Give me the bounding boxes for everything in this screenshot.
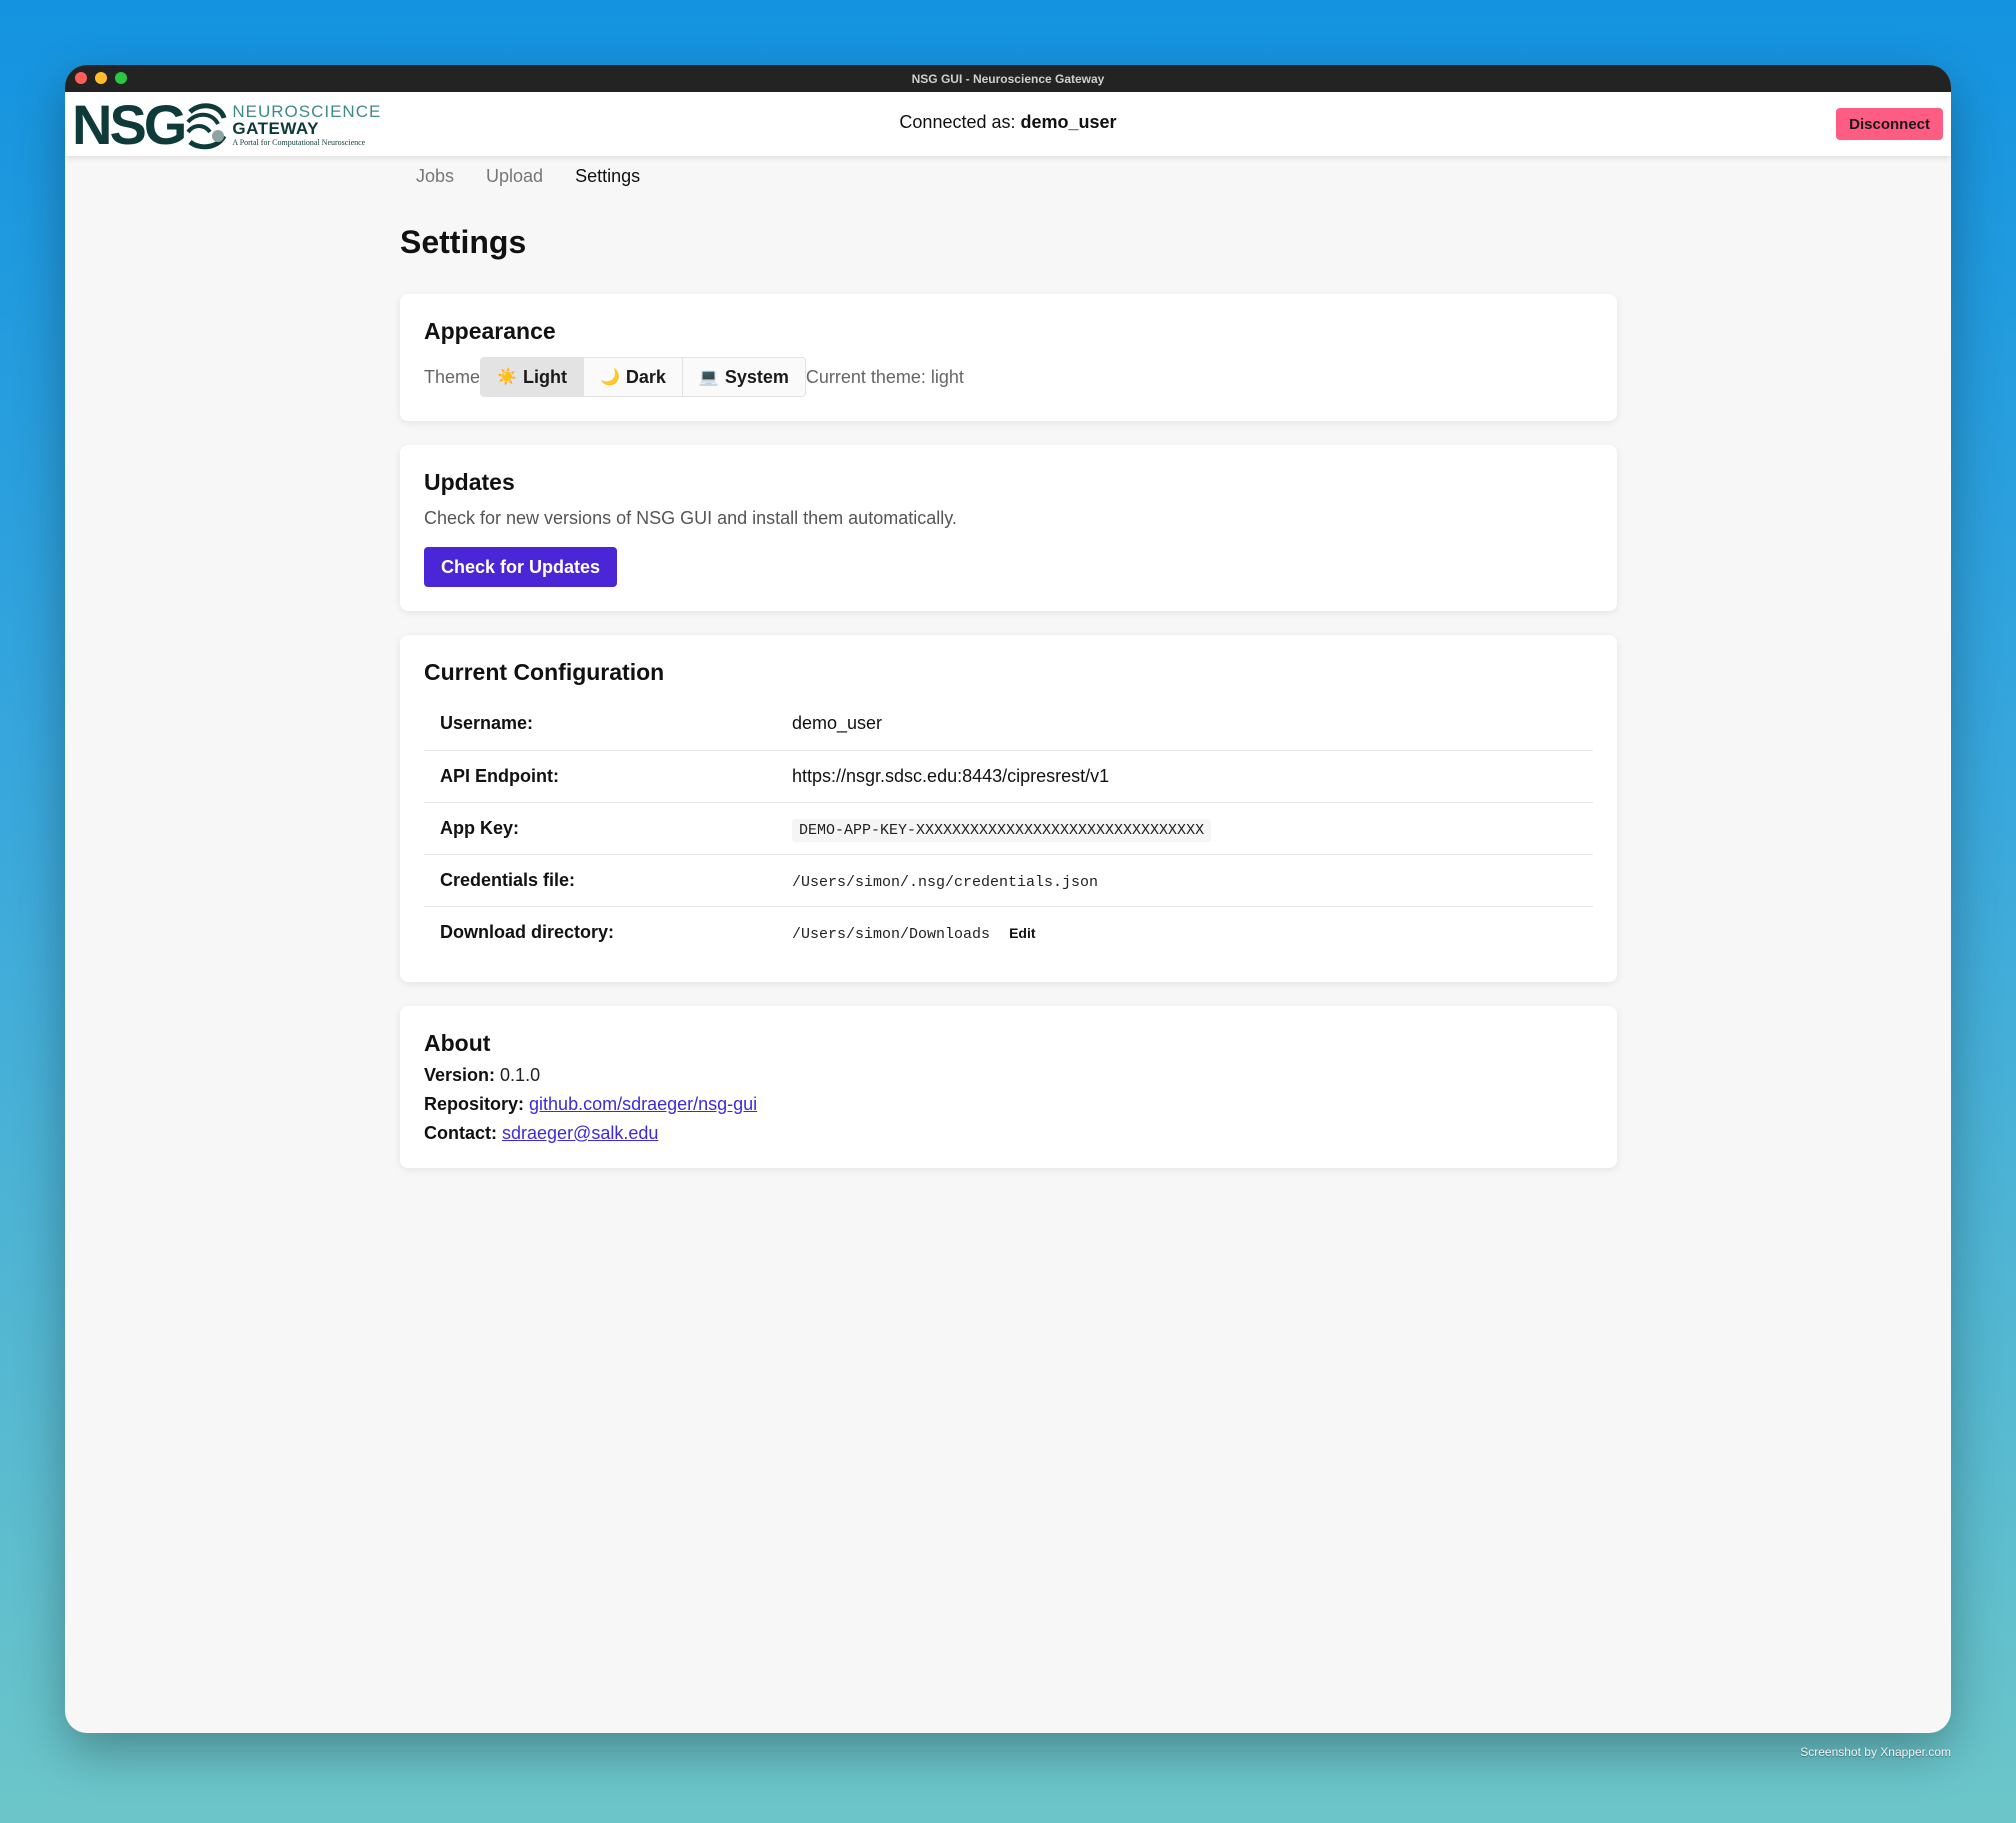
config-value: /Users/simon/.nsg/credentials.json bbox=[792, 873, 1099, 891]
config-row-download-dir: Download directory: /Users/simon/Downloa… bbox=[424, 906, 1593, 958]
theme-light-button[interactable]: ☀️ Light bbox=[481, 358, 584, 396]
appearance-heading: Appearance bbox=[424, 318, 556, 344]
config-key: Download directory: bbox=[440, 921, 615, 942]
about-card: About Version: 0.1.0 Repository: github.… bbox=[400, 1006, 1617, 1168]
config-row-username: Username: demo_user bbox=[424, 698, 1593, 751]
tab-upload[interactable]: Upload bbox=[486, 166, 543, 187]
about-repository: Repository: github.com/sdraeger/nsg-gui bbox=[424, 1094, 758, 1114]
config-key: App Key: bbox=[424, 802, 776, 855]
about-heading: About bbox=[424, 1030, 491, 1056]
minimize-window-button[interactable] bbox=[95, 72, 107, 84]
config-value: /Users/simon/Downloads bbox=[792, 925, 991, 943]
connected-username: demo_user bbox=[1020, 112, 1117, 132]
theme-dark-button[interactable]: 🌙 Dark bbox=[583, 358, 683, 396]
edit-download-dir-button[interactable]: Edit bbox=[1009, 925, 1035, 941]
updates-description: Check for new versions of NSG GUI and in… bbox=[424, 508, 957, 528]
zoom-window-button[interactable] bbox=[115, 72, 127, 84]
disconnect-button[interactable]: Disconnect bbox=[1836, 108, 1943, 140]
theme-label: Theme bbox=[424, 366, 481, 387]
config-value: DEMO-APP-KEY-XXXXXXXXXXXXXXXXXXXXXXXXXXX… bbox=[792, 818, 1212, 842]
config-row-api-endpoint: API Endpoint: https://nsgr.sdsc.edu:8443… bbox=[424, 750, 1593, 803]
theme-row: Theme ☀️ Light 🌙 Dark 💻 System Current t… bbox=[424, 357, 1593, 397]
config-value: demo_user bbox=[776, 698, 1593, 751]
config-table: Username: demo_user API Endpoint: https:… bbox=[424, 698, 1593, 958]
config-key: Credentials file: bbox=[424, 854, 776, 907]
config-card: Current Configuration Username: demo_use… bbox=[400, 635, 1617, 982]
app-window: NSG GUI - Neuroscience Gateway NSG NEURO… bbox=[65, 65, 1951, 1733]
app-header: NSG NEUROSCIENCE GATEWAY A Portal for Co… bbox=[65, 92, 1951, 156]
theme-toggle-group: ☀️ Light 🌙 Dark 💻 System bbox=[480, 357, 806, 397]
appearance-card: Appearance Theme ☀️ Light 🌙 Dark 💻 Syste… bbox=[400, 294, 1617, 421]
config-row-app-key: App Key: DEMO-APP-KEY-XXXXXXXXXXXXXXXXXX… bbox=[424, 802, 1593, 855]
contact-email-link[interactable]: sdraeger@salk.edu bbox=[502, 1123, 658, 1143]
about-version: Version: 0.1.0 bbox=[424, 1065, 541, 1085]
theme-system-button[interactable]: 💻 System bbox=[682, 358, 805, 396]
updates-heading: Updates bbox=[424, 469, 515, 495]
screenshot-watermark: Screenshot by Xnapper.com bbox=[1800, 1745, 1951, 1759]
config-key: API Endpoint: bbox=[424, 750, 776, 803]
current-theme-text: Current theme: light bbox=[805, 366, 964, 387]
window-controls bbox=[75, 72, 127, 84]
main-nav: Jobs Upload Settings bbox=[400, 156, 1617, 196]
page-title: Settings bbox=[400, 224, 527, 260]
logo-tagline: A Portal for Computational Neuroscience bbox=[232, 138, 366, 147]
connected-label: Connected as: bbox=[899, 112, 1016, 132]
config-value: https://nsgr.sdsc.edu:8443/cipresrest/v1 bbox=[776, 750, 1593, 803]
updates-card: Updates Check for new versions of NSG GU… bbox=[400, 445, 1617, 611]
sun-icon: ☀️ bbox=[497, 369, 517, 386]
close-window-button[interactable] bbox=[75, 72, 87, 84]
window-titlebar: NSG GUI - Neuroscience Gateway bbox=[65, 65, 1951, 92]
tab-settings[interactable]: Settings bbox=[575, 166, 640, 187]
tab-jobs[interactable]: Jobs bbox=[416, 166, 454, 187]
main-content: Jobs Upload Settings Settings Appearance… bbox=[400, 156, 1617, 1168]
computer-icon: 💻 bbox=[698, 369, 719, 386]
moon-icon: 🌙 bbox=[599, 369, 620, 386]
repository-link[interactable]: github.com/sdraeger/nsg-gui bbox=[529, 1094, 757, 1114]
check-updates-button[interactable]: Check for Updates bbox=[424, 547, 618, 587]
config-row-credentials: Credentials file: /Users/simon/.nsg/cred… bbox=[424, 854, 1593, 907]
config-heading: Current Configuration bbox=[424, 659, 665, 685]
config-key: Username: bbox=[424, 698, 776, 751]
window-title: NSG GUI - Neuroscience Gateway bbox=[911, 71, 1105, 86]
about-contact: Contact: sdraeger@salk.edu bbox=[424, 1123, 659, 1143]
connection-status: Connected as: demo_user bbox=[65, 112, 1951, 133]
